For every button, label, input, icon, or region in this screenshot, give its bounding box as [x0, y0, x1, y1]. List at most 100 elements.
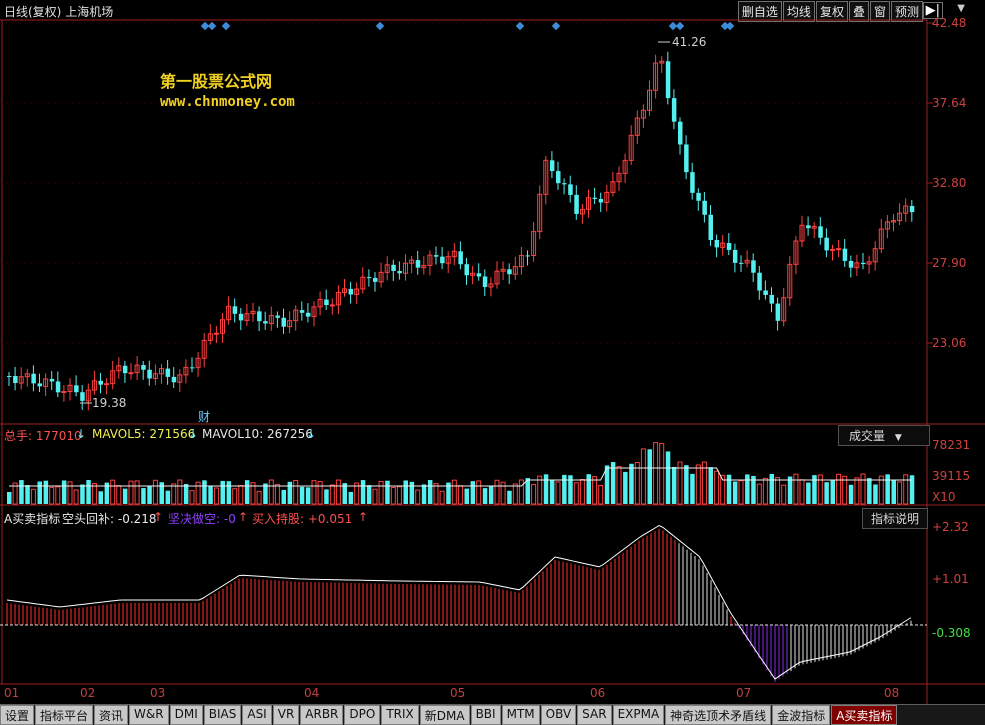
volume-bar: [30, 488, 36, 505]
candle-body: [348, 288, 354, 295]
candle-body: [806, 225, 811, 229]
tab-indicator[interactable]: VR: [272, 705, 300, 725]
indicator-name: A买卖指标: [4, 512, 61, 526]
indicator-help-button[interactable]: 指标说明: [862, 508, 929, 529]
candle-body: [568, 184, 573, 195]
volume-bar: [335, 479, 341, 505]
candle-body: [263, 321, 268, 324]
volume-bar: [867, 478, 872, 504]
volume-bar: [274, 484, 280, 505]
volume-bar: [817, 474, 823, 505]
x-axis-label: 01: [4, 686, 20, 700]
tab-indicator[interactable]: OBV: [540, 705, 577, 725]
volume-bar: [573, 482, 579, 505]
candle-body: [171, 376, 177, 383]
candle-body: [391, 264, 396, 271]
indicator-value-1: 空头回补: -0.218: [62, 512, 157, 526]
volume-bar: [891, 480, 896, 504]
tab-indicator[interactable]: ARBR: [300, 705, 344, 725]
finance-marker[interactable]: 财: [198, 408, 210, 425]
tab-indicator[interactable]: 指标平台: [35, 705, 94, 725]
candle-body: [147, 369, 152, 379]
candle-body: [507, 269, 512, 275]
signal-diamond: [207, 21, 217, 31]
volume-bar: [86, 480, 91, 504]
tab-indicator[interactable]: BBI: [470, 705, 501, 725]
volume-bar: [854, 477, 860, 505]
volume-indicator-button[interactable]: 成交量 ▼: [838, 425, 930, 446]
volume-bar: [787, 476, 793, 504]
volume-bar: [769, 474, 774, 504]
x-axis-label: 07: [736, 686, 752, 700]
candle-body: [702, 200, 707, 215]
x-axis-label: 04: [304, 686, 320, 700]
volume-bar: [305, 487, 311, 504]
volume-bar: [208, 486, 213, 504]
tab-indicator[interactable]: TRIX: [381, 705, 419, 725]
volume-bar: [860, 473, 866, 505]
tab-indicator[interactable]: SAR: [577, 705, 612, 725]
candle-body: [574, 194, 579, 214]
tab-indicator[interactable]: 金波指标: [772, 705, 831, 725]
volume-unit: X10: [932, 490, 956, 504]
tab-indicator[interactable]: A买卖指标: [831, 705, 898, 725]
candle-body: [31, 373, 36, 384]
tab-indicator[interactable]: MTM: [501, 705, 540, 725]
candle-body: [671, 98, 677, 122]
candle-body: [556, 171, 561, 184]
high-price-label: 41.26: [672, 35, 707, 49]
volume-bar: [134, 480, 140, 505]
tab-indicator[interactable]: 设置: [0, 705, 35, 725]
volume-bar: [202, 480, 207, 504]
volume-bar: [476, 480, 482, 505]
volume-bar: [415, 489, 421, 505]
indicator-bars: [0, 525, 927, 682]
tab-indicator[interactable]: ASI: [242, 705, 272, 725]
volume-bar: [122, 488, 128, 504]
tab-indicator[interactable]: DPO: [344, 705, 381, 725]
candle-body: [61, 390, 67, 393]
price-y-label: 23.06: [932, 336, 967, 350]
volume-bar: [98, 491, 103, 504]
volume-bar: [19, 480, 24, 504]
volume-bar: [873, 484, 878, 504]
indicator-value-3: 买入持股: +0.051: [252, 512, 353, 526]
mavol10-value: MAVOL10: 267256: [202, 427, 313, 441]
volume-bar: [256, 490, 262, 505]
volume-bar: [25, 485, 30, 504]
candle-body: [818, 226, 823, 238]
candle-body: [80, 392, 85, 401]
volume-bar: [244, 480, 250, 504]
volume-bar: [372, 488, 378, 505]
volume-bar: [579, 479, 585, 505]
volume-bar: [195, 481, 201, 505]
tab-indicator[interactable]: DMI: [169, 705, 203, 725]
volume-bar: [470, 481, 476, 504]
indicator-y-label: -0.308: [932, 626, 971, 640]
candle-body: [305, 312, 311, 317]
tab-indicator[interactable]: W&R: [129, 705, 169, 725]
volume-bar: [110, 479, 116, 505]
tab-indicator[interactable]: EXPMA: [612, 705, 665, 725]
tab-indicator[interactable]: 神奇选顶术矛盾线: [665, 705, 772, 725]
indicator-value-2: 坚决做空: -0: [168, 512, 236, 526]
volume-bar: [623, 471, 628, 504]
volume-bar: [378, 480, 384, 505]
candle-body: [696, 192, 701, 201]
tab-indicator[interactable]: BIAS: [203, 705, 242, 725]
candle-body: [434, 255, 439, 257]
volume-bar: [732, 481, 738, 504]
volume-bar: [80, 484, 85, 504]
tab-indicator[interactable]: 新DMA: [419, 705, 470, 725]
volume-bar: [366, 485, 372, 504]
candle-body: [861, 262, 866, 265]
volume-bar: [61, 480, 67, 504]
volume-bar: [562, 474, 567, 504]
tab-indicator[interactable]: 资讯: [94, 705, 129, 725]
candle-body: [690, 172, 695, 193]
candle-body: [714, 239, 720, 248]
volume-bar: [165, 490, 171, 504]
volume-bar: [653, 442, 659, 505]
volume-bar: [586, 474, 591, 504]
volume-bar: [385, 480, 390, 504]
